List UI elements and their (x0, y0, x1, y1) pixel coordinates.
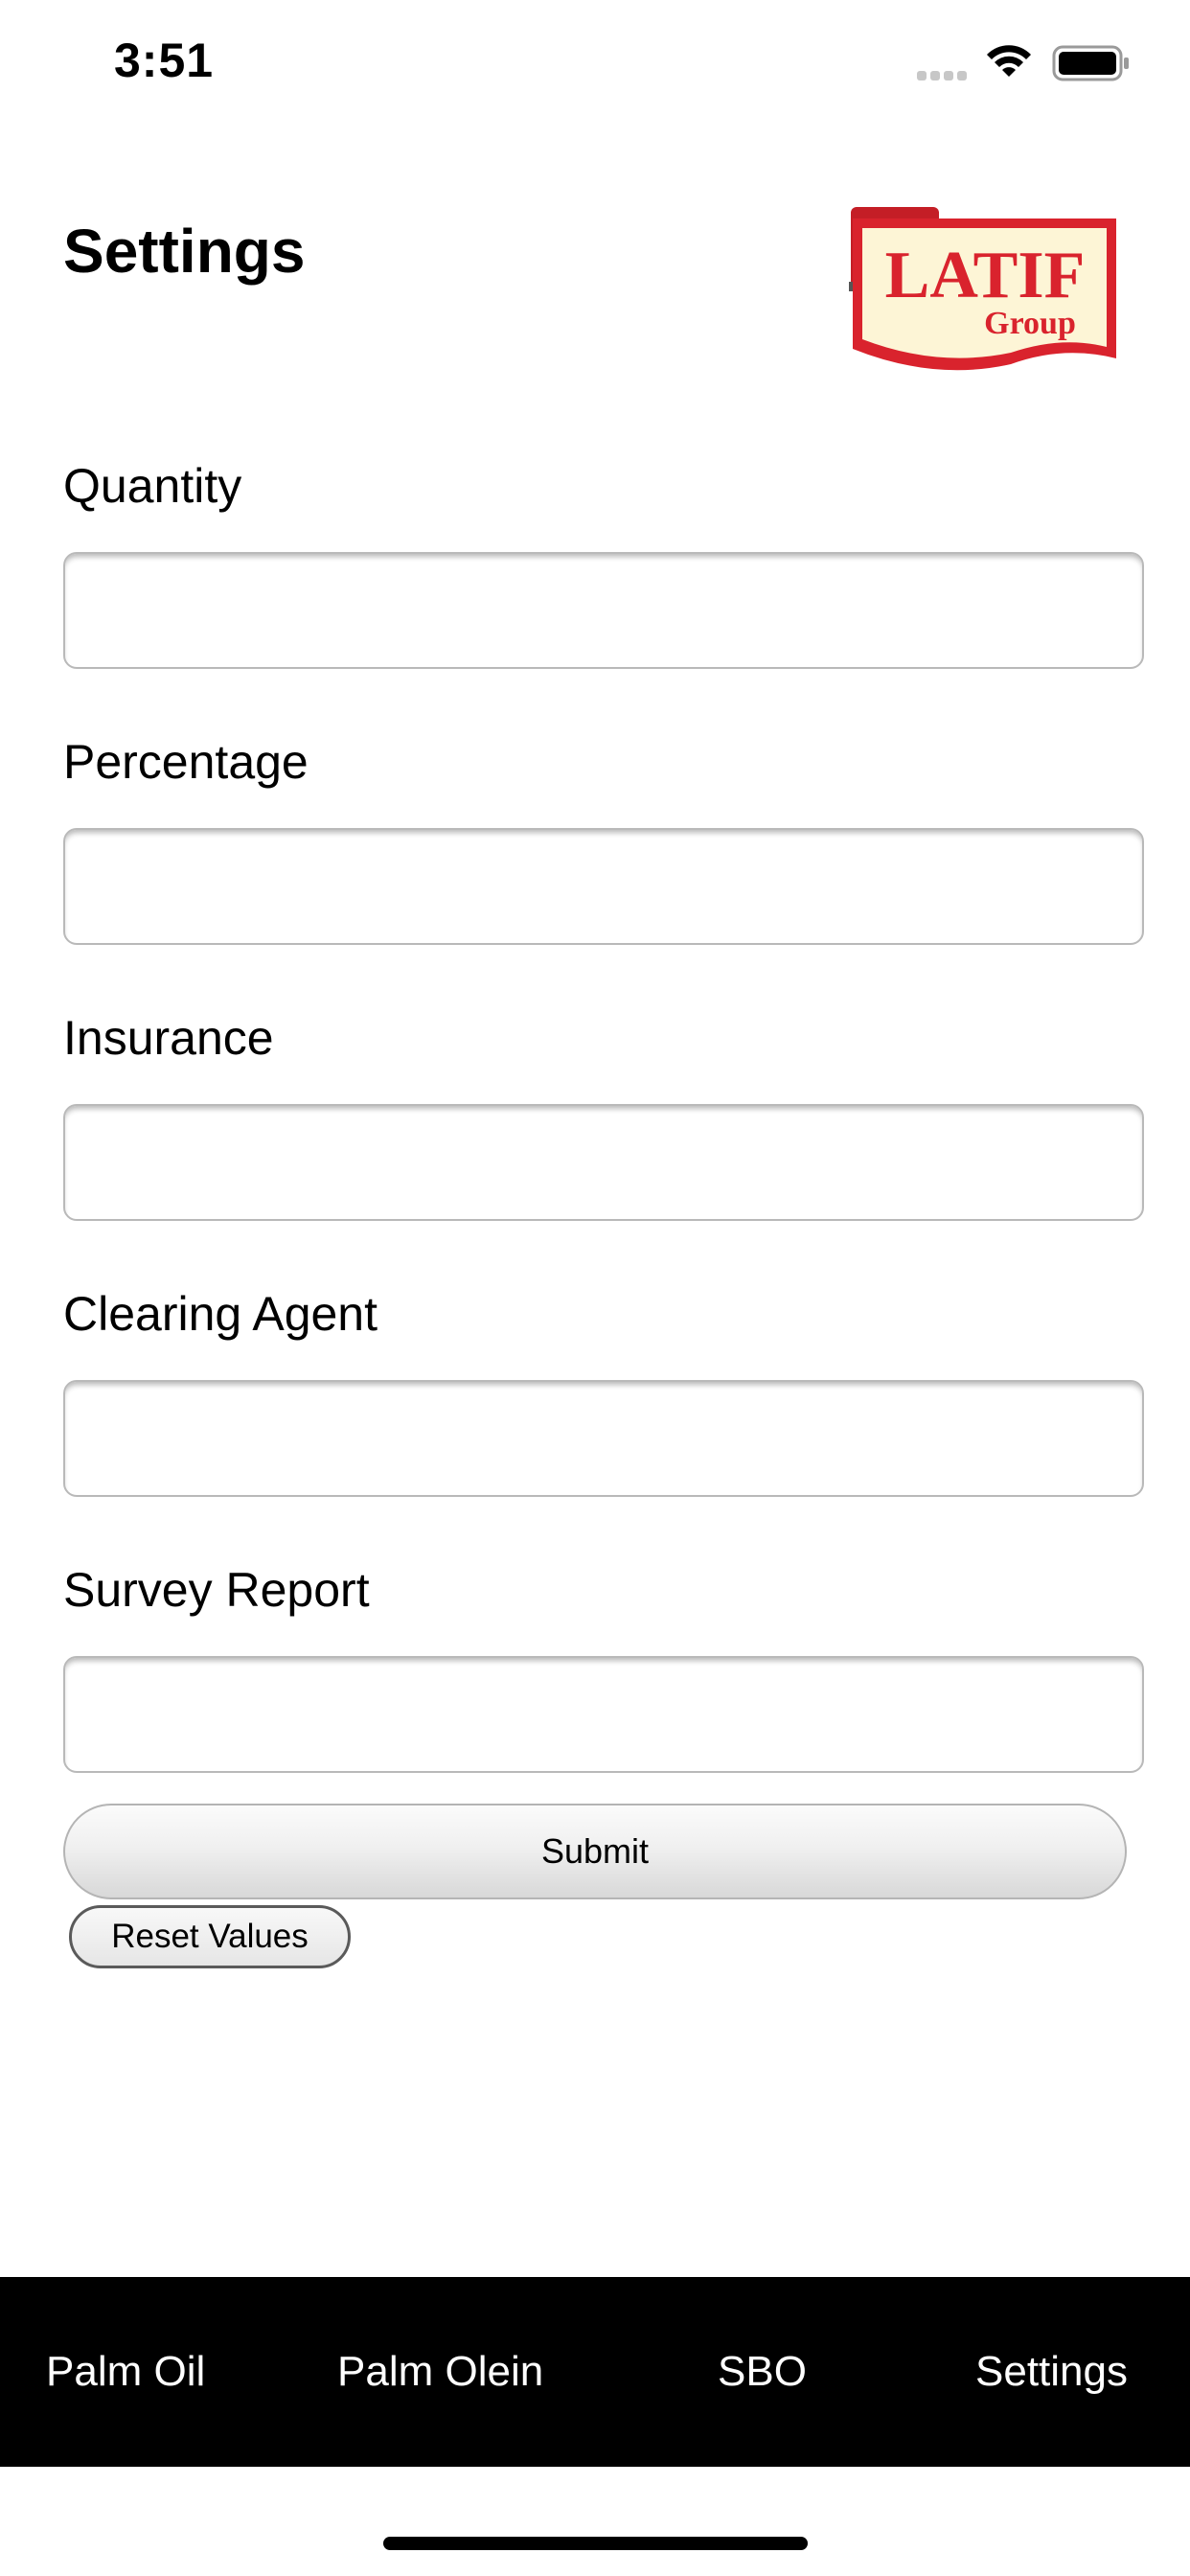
tab-palm-oil[interactable]: Palm Oil (46, 2277, 205, 2467)
quantity-label: Quantity (63, 459, 242, 513)
percentage-label: Percentage (63, 735, 309, 789)
clearing-agent-input[interactable] (63, 1380, 1144, 1497)
home-indicator (383, 2537, 808, 2550)
clearing-agent-label: Clearing Agent (63, 1287, 378, 1341)
survey-report-label: Survey Report (63, 1563, 370, 1617)
insurance-input[interactable] (63, 1104, 1144, 1221)
tab-settings[interactable]: Settings (975, 2277, 1128, 2467)
status-bar: 3:51 (0, 0, 1190, 126)
tab-bar: Palm Oil Palm Olein SBO Settings (0, 2277, 1190, 2467)
logo-main-text: LATIF (885, 239, 1086, 312)
quantity-input[interactable] (63, 552, 1144, 669)
submit-button[interactable]: Submit (63, 1804, 1127, 1899)
latif-group-logo: LATIF Group (849, 207, 1116, 371)
wifi-icon (987, 45, 1031, 77)
insurance-label: Insurance (63, 1011, 274, 1065)
logo-sub-text: Group (984, 306, 1076, 341)
reset-values-button[interactable]: Reset Values (69, 1905, 351, 1968)
percentage-input[interactable] (63, 828, 1144, 945)
status-time: 3:51 (114, 34, 215, 87)
tab-palm-olein[interactable]: Palm Olein (337, 2277, 543, 2467)
survey-report-input[interactable] (63, 1656, 1144, 1773)
page-title: Settings (63, 217, 306, 286)
tab-sbo[interactable]: SBO (718, 2277, 807, 2467)
cellular-signal-icon (917, 68, 973, 80)
battery-icon (1052, 45, 1129, 81)
